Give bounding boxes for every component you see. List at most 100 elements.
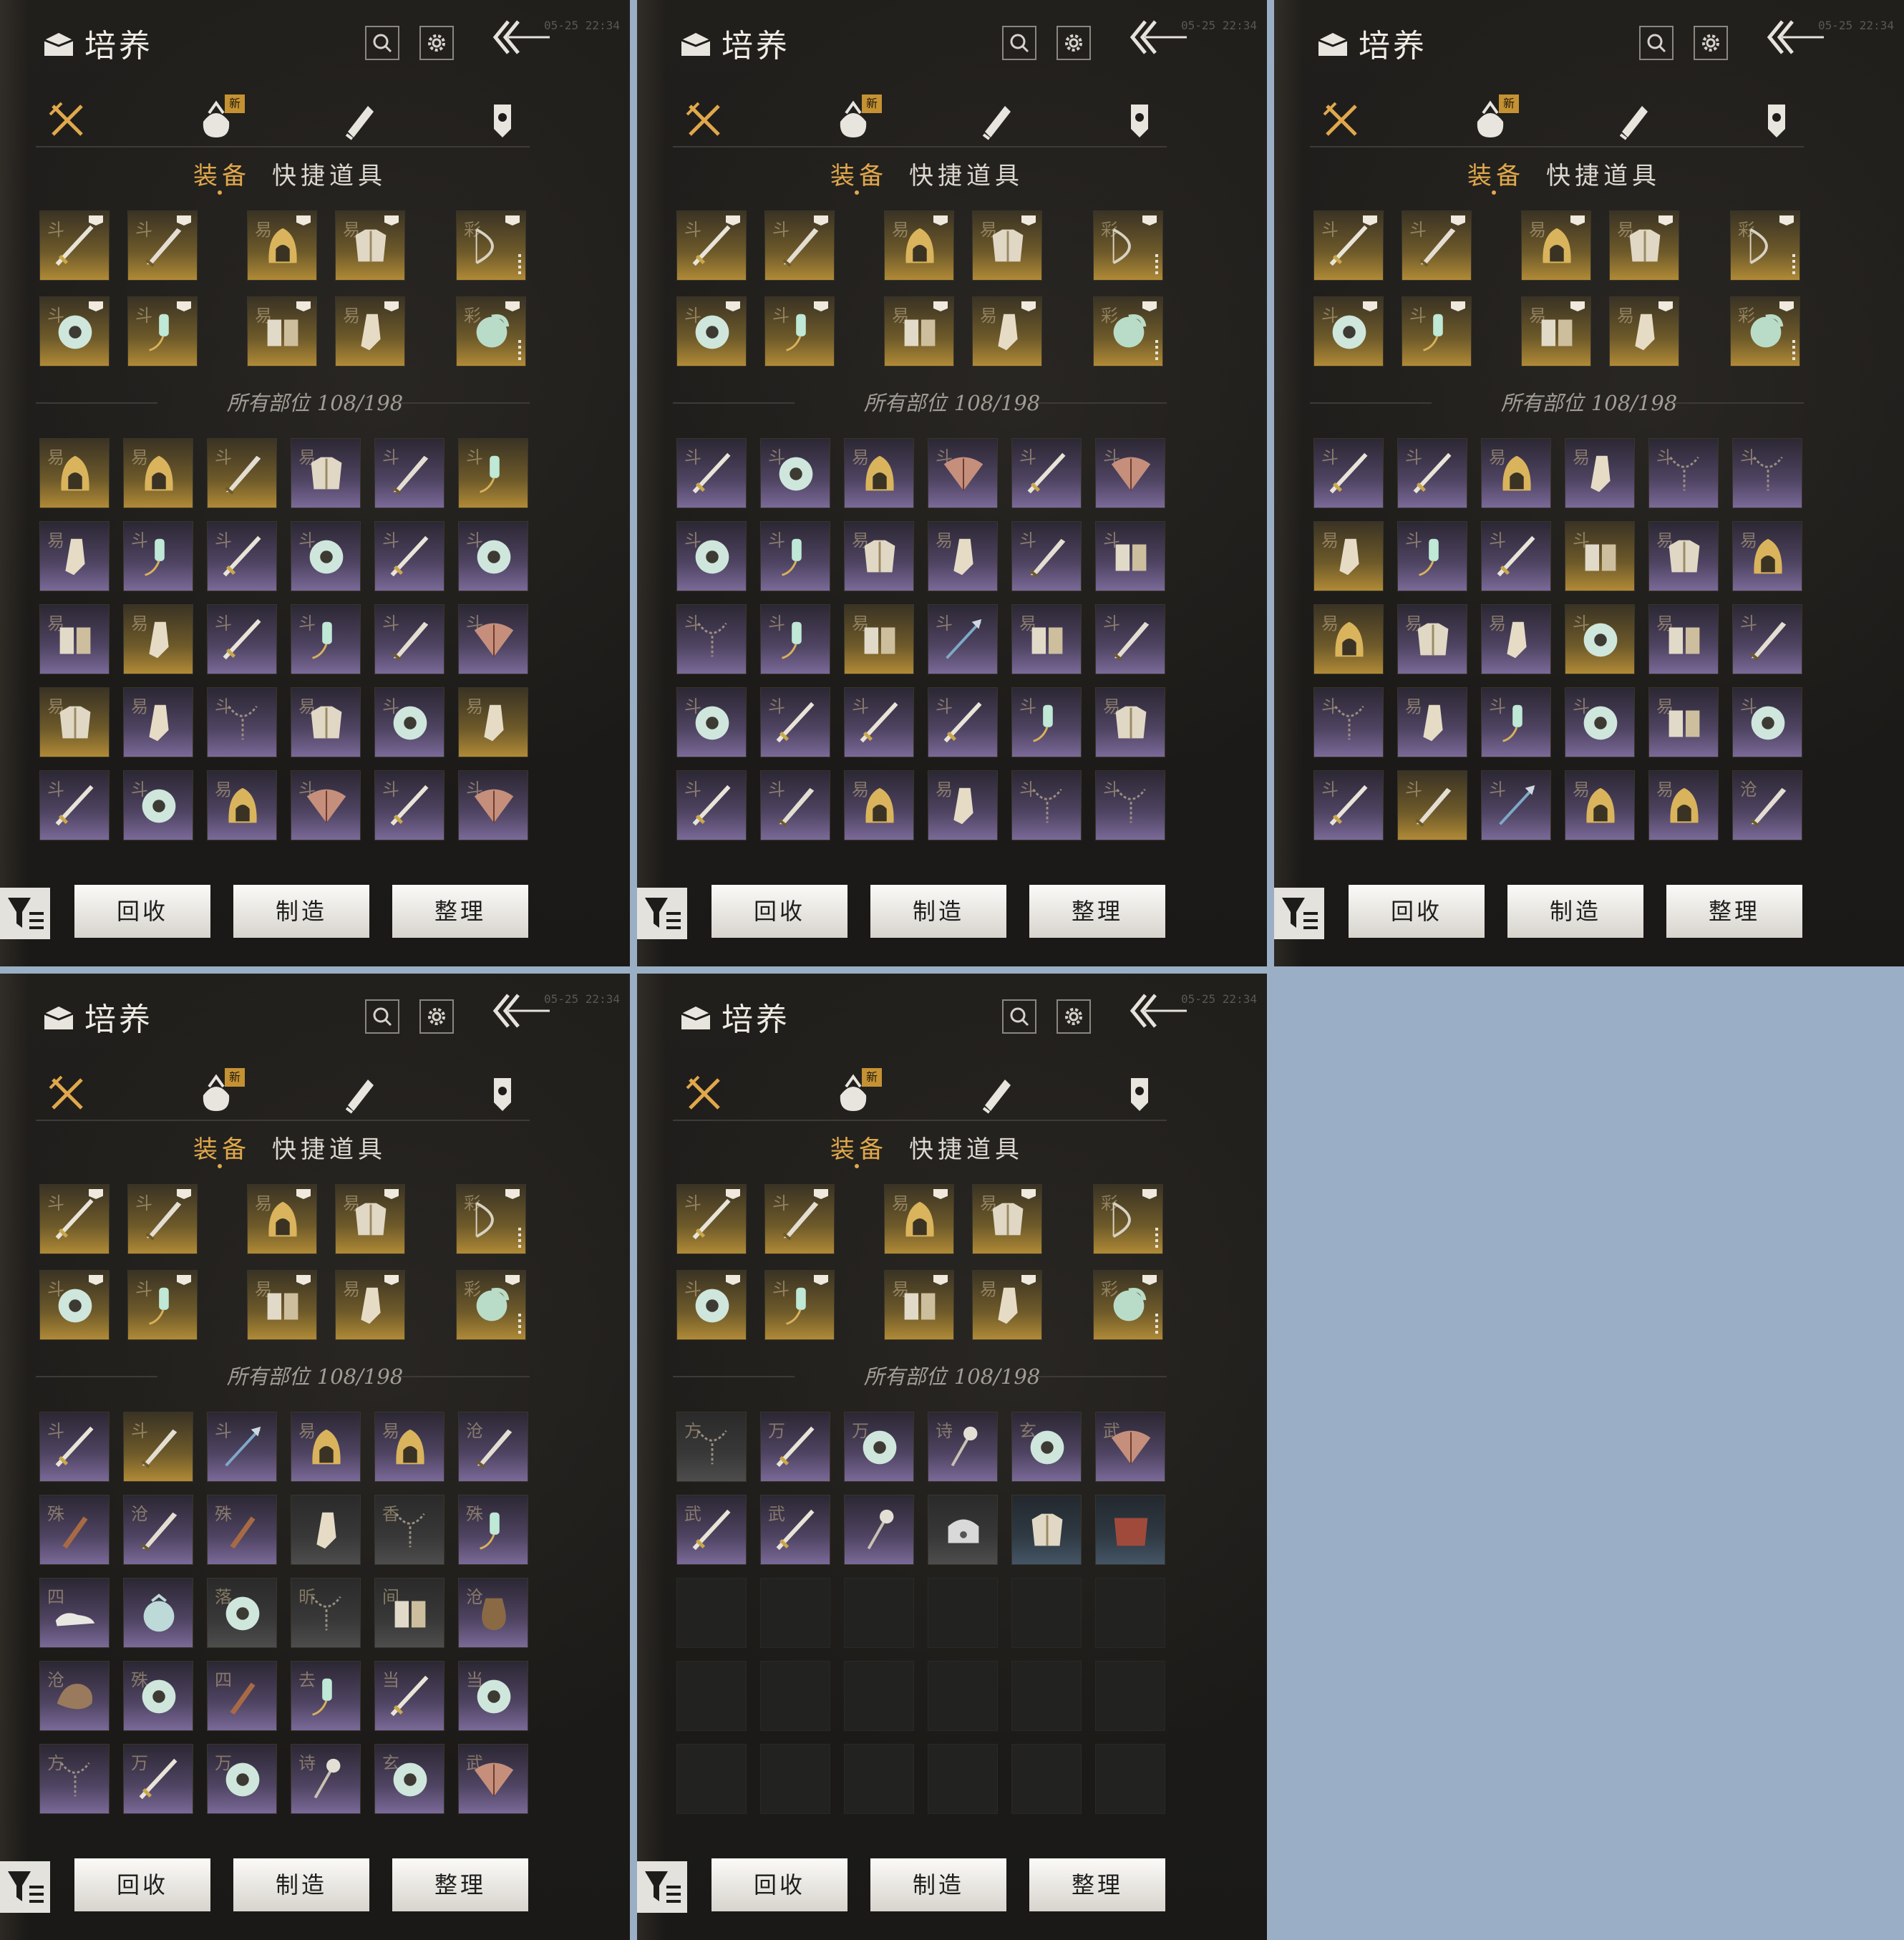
tab-items-category[interactable]: 新 bbox=[1467, 94, 1519, 143]
item-slot[interactable]: 斗 bbox=[1095, 521, 1165, 591]
item-slot[interactable]: 沧 bbox=[123, 1495, 193, 1565]
item-slot[interactable]: 易 bbox=[884, 210, 954, 281]
item-slot[interactable]: 玄 bbox=[1011, 1412, 1082, 1482]
item-slot[interactable]: 易 bbox=[884, 1184, 954, 1254]
item-slot[interactable]: 斗 bbox=[39, 1412, 110, 1482]
item-slot[interactable]: 易 bbox=[1565, 438, 1635, 508]
item-slot[interactable]: 斗 bbox=[844, 687, 914, 757]
item-slot[interactable]: 易 bbox=[1397, 687, 1467, 757]
item-slot[interactable]: 斗 bbox=[1565, 521, 1635, 591]
tab-token-category[interactable] bbox=[1117, 97, 1167, 143]
back-arrow-icon[interactable] bbox=[1124, 989, 1188, 1035]
item-slot[interactable]: 易 bbox=[844, 521, 914, 591]
item-slot[interactable]: 斗 bbox=[1565, 687, 1635, 757]
item-slot[interactable]: 斗 bbox=[764, 1270, 835, 1340]
item-slot[interactable]: 易 bbox=[247, 296, 317, 367]
item-slot[interactable]: 易 bbox=[972, 210, 1042, 281]
item-slot[interactable]: 玄 bbox=[374, 1744, 445, 1814]
item-slot[interactable]: 彩 bbox=[1093, 210, 1163, 281]
item-slot[interactable]: 斗 bbox=[760, 521, 830, 591]
item-slot[interactable]: 易 bbox=[374, 1412, 445, 1482]
item-slot[interactable]: 殊 bbox=[123, 1661, 193, 1731]
recycle-button[interactable]: 回收 bbox=[711, 1858, 847, 1911]
item-slot[interactable]: 斗 bbox=[374, 687, 445, 757]
item-slot[interactable]: 斗 bbox=[207, 438, 277, 508]
filter-button[interactable] bbox=[637, 888, 687, 939]
search-button[interactable] bbox=[1639, 26, 1674, 60]
item-slot[interactable]: 斗 bbox=[676, 1184, 747, 1254]
tab-scroll-category[interactable] bbox=[973, 1071, 1024, 1117]
settings-button[interactable] bbox=[1057, 26, 1091, 60]
item-slot[interactable]: 易 bbox=[247, 1270, 317, 1340]
item-slot[interactable]: 斗 bbox=[1313, 770, 1384, 840]
tab-equipment-category[interactable] bbox=[44, 1071, 94, 1117]
item-slot[interactable]: 斗 bbox=[39, 1270, 110, 1340]
item-slot[interactable]: 万 bbox=[123, 1744, 193, 1814]
tab-equipment[interactable]: 装备 bbox=[830, 156, 888, 191]
item-slot[interactable]: 斗 bbox=[760, 604, 830, 674]
settings-button[interactable] bbox=[419, 26, 454, 60]
item-slot[interactable]: 易 bbox=[1609, 210, 1679, 281]
item-slot[interactable]: 易 bbox=[1313, 604, 1384, 674]
item-slot[interactable]: 易 bbox=[291, 438, 361, 508]
item-slot[interactable]: 武 bbox=[1095, 1412, 1165, 1482]
item-slot[interactable]: 斗 bbox=[1732, 687, 1802, 757]
tab-token-category[interactable] bbox=[1117, 1071, 1167, 1117]
back-arrow-icon[interactable] bbox=[487, 16, 551, 62]
item-slot[interactable]: 易 bbox=[335, 210, 405, 281]
tab-token-category[interactable] bbox=[480, 97, 530, 143]
item-slot[interactable]: 斗 bbox=[1402, 296, 1472, 367]
item-slot[interactable]: 斗 bbox=[207, 1412, 277, 1482]
search-button[interactable] bbox=[1002, 26, 1036, 60]
item-slot[interactable]: 间 bbox=[374, 1578, 445, 1648]
item-slot[interactable]: 斗 bbox=[1481, 770, 1551, 840]
item-slot[interactable]: 易 bbox=[123, 438, 193, 508]
back-arrow-icon[interactable] bbox=[1124, 16, 1188, 62]
item-slot[interactable]: 易 bbox=[39, 438, 110, 508]
item-slot[interactable]: 易 bbox=[335, 1184, 405, 1254]
item-slot[interactable]: 斗 bbox=[1313, 210, 1384, 281]
item-slot[interactable]: 彩 bbox=[1093, 1270, 1163, 1340]
item-slot[interactable]: 易 bbox=[1481, 604, 1551, 674]
item-slot[interactable]: 彩 bbox=[456, 296, 526, 367]
item-slot[interactable]: 武 bbox=[458, 1744, 528, 1814]
item-slot[interactable]: 斗 bbox=[458, 604, 528, 674]
item-slot[interactable]: 斗 bbox=[676, 210, 747, 281]
filter-button[interactable] bbox=[0, 888, 50, 939]
item-slot[interactable] bbox=[1095, 1495, 1165, 1565]
item-slot[interactable]: 易 bbox=[123, 604, 193, 674]
settings-button[interactable] bbox=[1057, 999, 1091, 1034]
item-slot[interactable]: 沧 bbox=[458, 1578, 528, 1648]
item-slot[interactable]: 斗 bbox=[291, 521, 361, 591]
item-slot[interactable]: 易 bbox=[1648, 770, 1719, 840]
item-slot[interactable]: 斗 bbox=[764, 1184, 835, 1254]
item-slot[interactable]: 易 bbox=[335, 296, 405, 367]
item-slot[interactable]: 斗 bbox=[1481, 521, 1551, 591]
item-slot[interactable]: 斗 bbox=[1313, 687, 1384, 757]
item-slot[interactable]: 武 bbox=[760, 1495, 830, 1565]
item-slot[interactable]: 斗 bbox=[374, 521, 445, 591]
item-slot[interactable]: 斗 bbox=[1095, 770, 1165, 840]
item-slot[interactable]: 斗 bbox=[928, 604, 998, 674]
item-slot[interactable]: 彩 bbox=[456, 1184, 526, 1254]
craft-button[interactable]: 制造 bbox=[870, 1858, 1006, 1911]
item-slot[interactable]: 万 bbox=[207, 1744, 277, 1814]
item-slot[interactable]: 诗 bbox=[928, 1412, 998, 1482]
item-slot[interactable]: 斗 bbox=[1397, 770, 1467, 840]
tab-equipment-category[interactable] bbox=[44, 97, 94, 143]
tab-quick-items[interactable]: 快捷道具 bbox=[272, 156, 387, 191]
item-slot[interactable]: 易 bbox=[1648, 604, 1719, 674]
filter-button[interactable] bbox=[1274, 888, 1324, 939]
item-slot[interactable]: 斗 bbox=[1011, 438, 1082, 508]
item-slot[interactable]: 斗 bbox=[127, 296, 198, 367]
search-button[interactable] bbox=[365, 26, 399, 60]
tab-items-category[interactable]: 新 bbox=[830, 94, 882, 143]
item-slot[interactable]: 斗 bbox=[764, 296, 835, 367]
item-slot[interactable]: 斗 bbox=[207, 521, 277, 591]
item-slot[interactable]: 易 bbox=[844, 770, 914, 840]
item-slot[interactable]: 斗 bbox=[123, 770, 193, 840]
settings-button[interactable] bbox=[419, 999, 454, 1034]
item-slot[interactable]: 方 bbox=[39, 1744, 110, 1814]
item-slot[interactable]: 斗 bbox=[1313, 296, 1384, 367]
item-slot[interactable]: 斗 bbox=[291, 604, 361, 674]
